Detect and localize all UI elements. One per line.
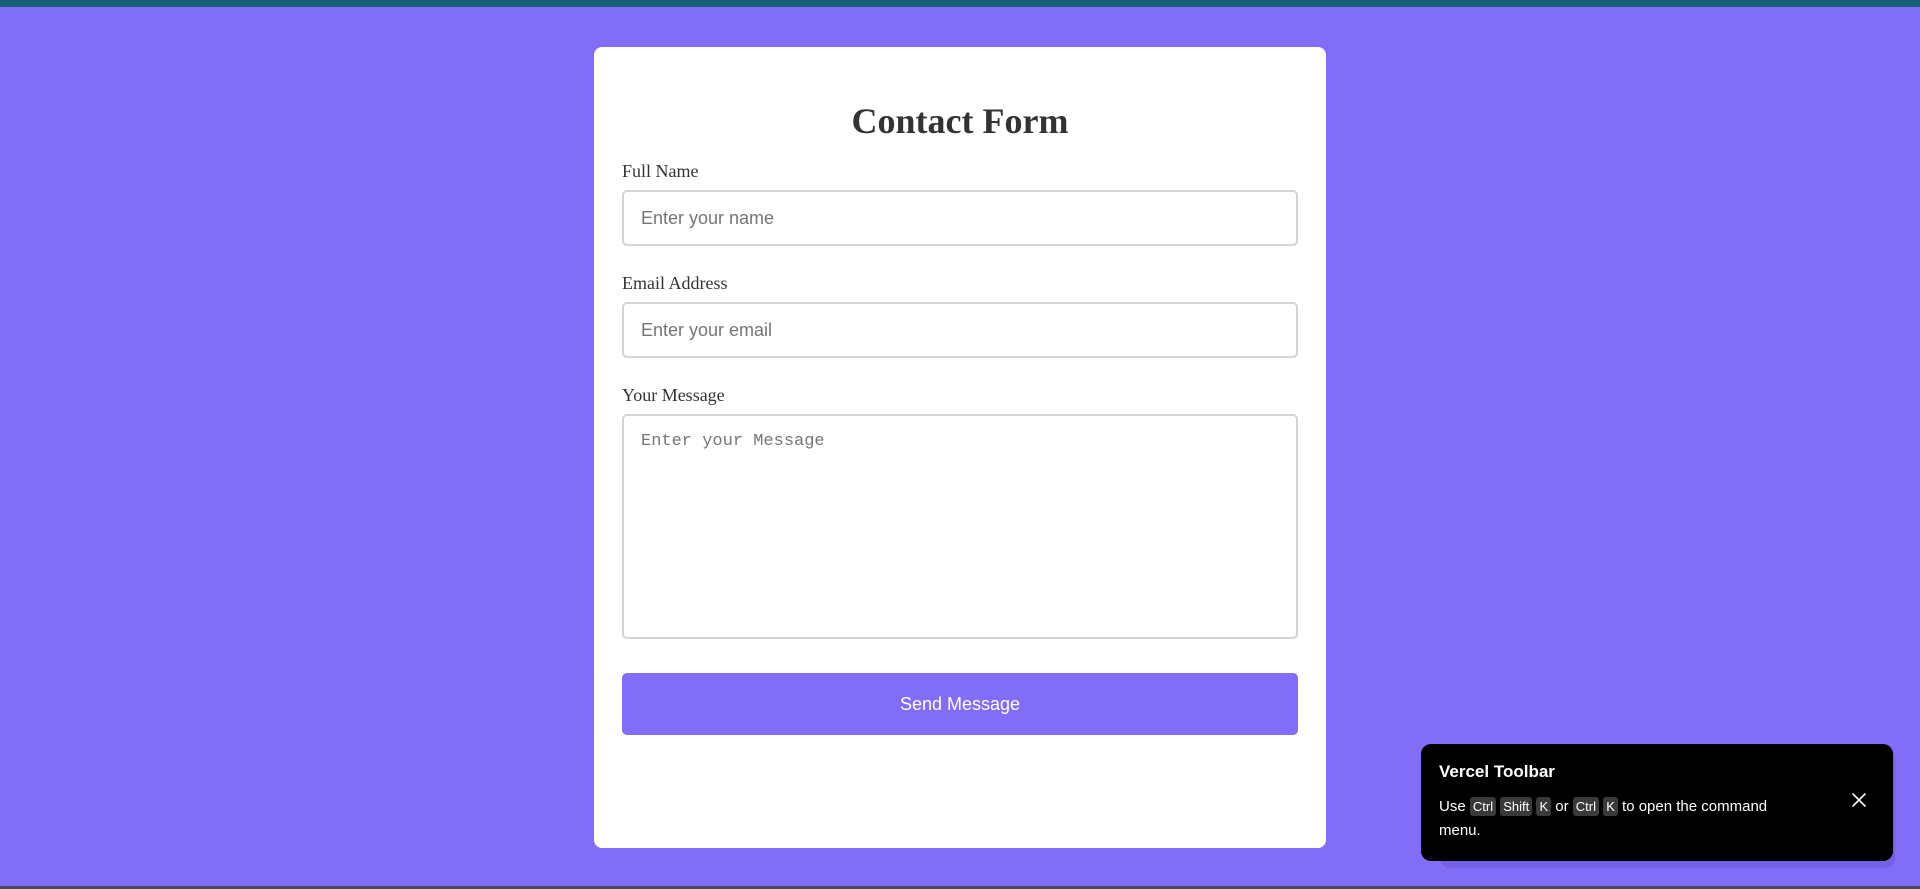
page-title: Contact Form <box>851 101 1069 141</box>
close-icon[interactable] <box>1851 792 1867 808</box>
kbd-ctrl: Ctrl <box>1469 797 1497 816</box>
message-textarea[interactable] <box>622 414 1298 639</box>
email-input[interactable] <box>622 302 1298 358</box>
top-accent-strip <box>0 0 1920 7</box>
vercel-toolbar-toast: Vercel Toolbar Use Ctrl Shift K or Ctrl … <box>1421 744 1893 861</box>
kbd-k: K <box>1536 797 1552 816</box>
vercel-toolbar-title: Vercel Toolbar <box>1439 762 1555 781</box>
send-message-button[interactable]: Send Message <box>622 673 1298 735</box>
kbd-shift: Shift <box>1500 797 1533 816</box>
full-name-input[interactable] <box>622 190 1298 246</box>
your-message-label: Your Message <box>622 385 725 405</box>
kbd-k-alt: K <box>1603 797 1618 816</box>
vercel-toolbar-message: Use Ctrl Shift K or Ctrl K to open the c… <box>1439 795 1779 843</box>
toolbar-text-or: or <box>1555 798 1569 815</box>
email-address-label: Email Address <box>622 273 728 293</box>
contact-form: Full Name Email Address Your Message Sen… <box>622 161 1298 735</box>
kbd-ctrl-alt: Ctrl <box>1572 797 1600 816</box>
full-name-label: Full Name <box>622 161 699 181</box>
contact-form-card: Contact Form Full Name Email Address You… <box>594 47 1326 848</box>
toolbar-text-use: Use <box>1439 798 1466 815</box>
